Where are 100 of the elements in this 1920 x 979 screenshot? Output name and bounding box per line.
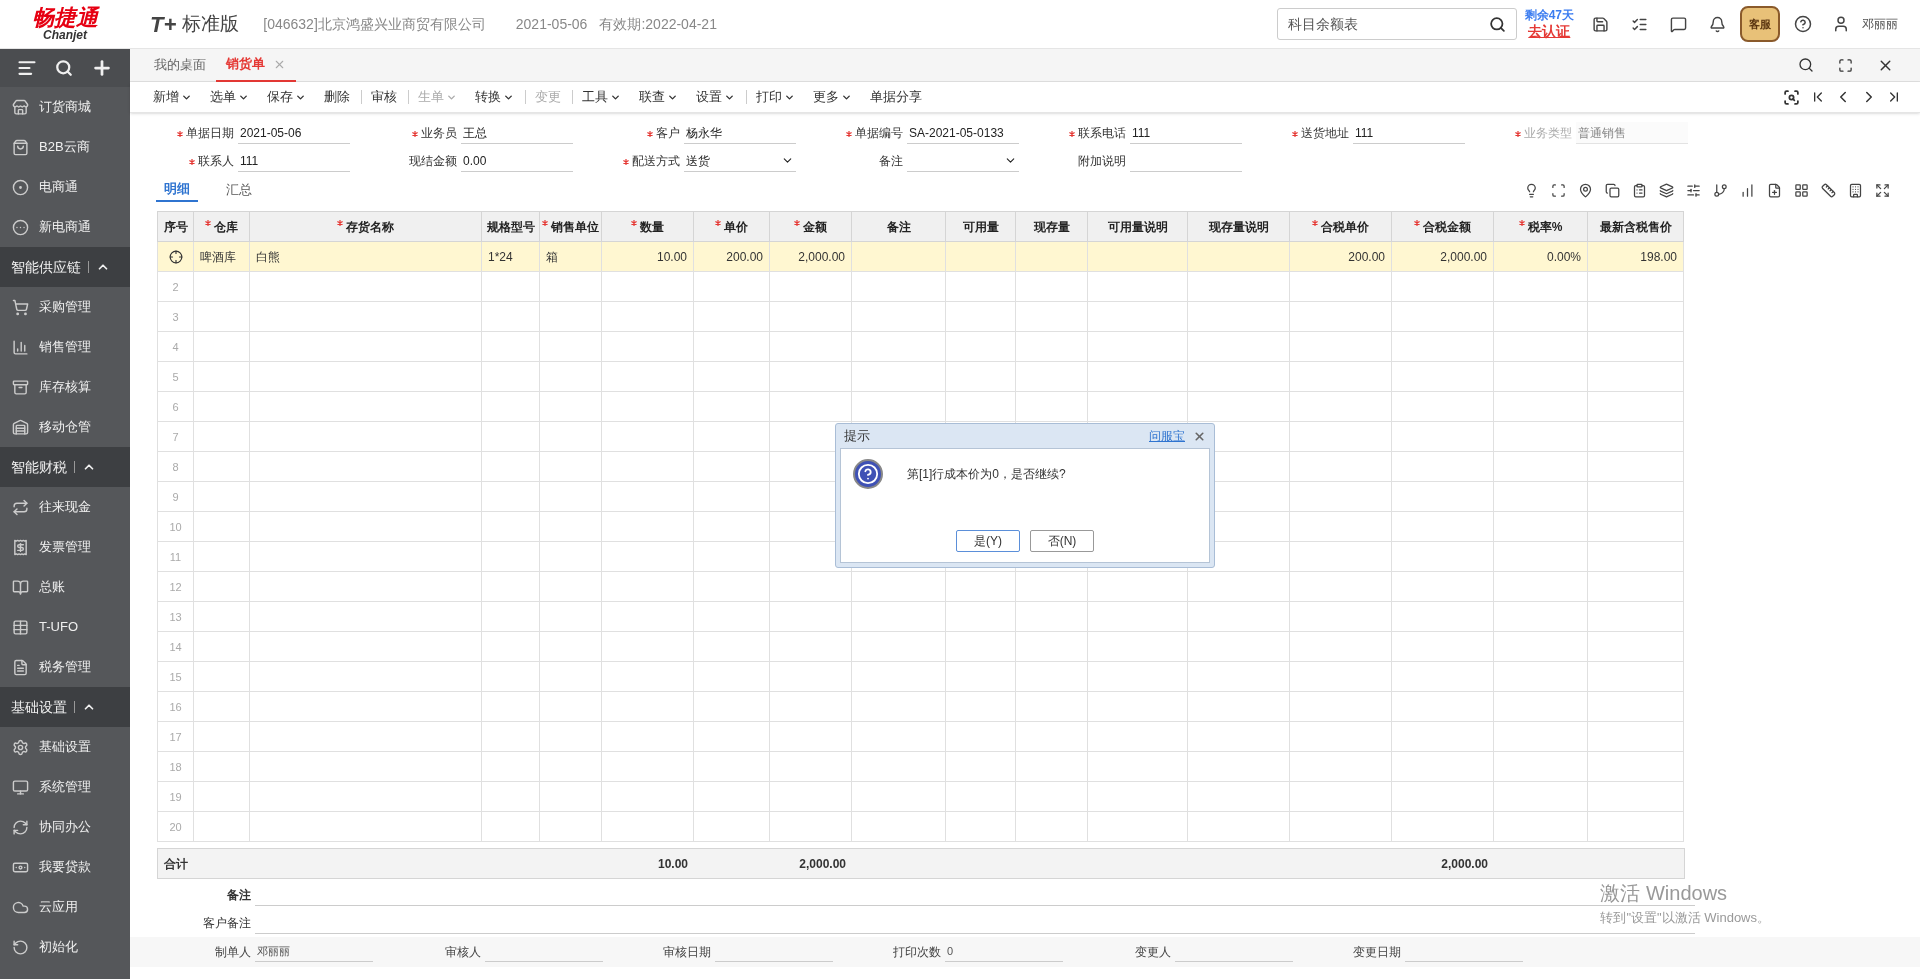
- sidebar-item[interactable]: T-UFO: [0, 607, 130, 647]
- sidebar-item[interactable]: 往来现金: [0, 487, 130, 527]
- column-header[interactable]: 可用量说明: [1087, 211, 1188, 242]
- column-header[interactable]: 规格型号: [481, 211, 540, 242]
- lightbulb-icon[interactable]: [1524, 182, 1539, 198]
- sidebar-item[interactable]: 采购管理: [0, 287, 130, 327]
- column-header[interactable]: 销售单位: [539, 211, 602, 242]
- column-header[interactable]: 税率%: [1493, 211, 1588, 242]
- menu-icon[interactable]: [17, 58, 37, 78]
- sidebar-item[interactable]: 协同办公: [0, 807, 130, 847]
- sidebar-item[interactable]: 基础设置: [0, 727, 130, 767]
- row-locator-icon[interactable]: [168, 250, 183, 265]
- message-icon[interactable]: [1670, 15, 1687, 33]
- sidebar-item[interactable]: 我要贷款: [0, 847, 130, 887]
- bell-icon[interactable]: [1709, 15, 1726, 33]
- sidebar-item[interactable]: 销售管理: [0, 327, 130, 367]
- search-icon[interactable]: [1798, 57, 1814, 73]
- column-header[interactable]: 备注: [851, 211, 946, 242]
- input-field[interactable]: 111: [238, 150, 350, 172]
- dialog-button[interactable]: 否(N): [1030, 530, 1094, 552]
- toolbar-button[interactable]: 单据分享: [861, 90, 931, 104]
- clipboard-icon[interactable]: [1632, 182, 1647, 198]
- toolbar-button[interactable]: 打印: [746, 90, 804, 104]
- sidebar-item[interactable]: 发票管理: [0, 527, 130, 567]
- sidebar-section-header[interactable]: 智能供应链: [0, 247, 130, 287]
- user-icon[interactable]: [1832, 15, 1850, 33]
- toolbar-button[interactable]: 新增: [144, 90, 201, 104]
- input-field[interactable]: 111: [1353, 122, 1465, 144]
- page-tab[interactable]: 我的桌面: [144, 48, 216, 82]
- detail-tab[interactable]: 明细: [156, 178, 198, 202]
- column-header[interactable]: 合税金额: [1391, 211, 1494, 242]
- sidebar-item[interactable]: 系统管理: [0, 767, 130, 807]
- input-field[interactable]: 杨永华: [684, 122, 796, 144]
- toolbar-button[interactable]: 更多: [804, 90, 861, 104]
- sidebar-section-header[interactable]: 基础设置: [0, 687, 130, 727]
- sidebar-item[interactable]: 电商通: [0, 167, 130, 207]
- chart-icon[interactable]: [1740, 182, 1755, 198]
- file-plus-icon[interactable]: [1767, 182, 1782, 198]
- help-icon[interactable]: [1794, 15, 1812, 33]
- sidebar-item[interactable]: 云应用: [0, 887, 130, 927]
- scan-icon[interactable]: [1551, 182, 1566, 198]
- sidebar-item[interactable]: 库存核算: [0, 367, 130, 407]
- input-field[interactable]: 111: [1130, 122, 1242, 144]
- column-header[interactable]: 最新含税售价: [1587, 211, 1684, 242]
- input-field[interactable]: 0: [945, 942, 1063, 962]
- select-field[interactable]: 送货: [684, 150, 796, 172]
- service-badge[interactable]: 客服: [1740, 6, 1780, 42]
- column-header[interactable]: 序号: [157, 211, 194, 242]
- dialog-button[interactable]: 是(Y): [956, 530, 1020, 552]
- sidebar-item[interactable]: 订货商城: [0, 87, 130, 127]
- detail-tab[interactable]: 汇总: [218, 178, 260, 202]
- toolbar-button[interactable]: 选单: [201, 90, 258, 104]
- pin-icon[interactable]: [1578, 182, 1593, 198]
- table-row[interactable]: 啤酒库 白熊 1*24 箱 10.00 200.00 2,000.00 200.00 2,000.00 0.00% 198.00: [157, 241, 1684, 272]
- copy-icon[interactable]: [1605, 182, 1620, 198]
- column-header[interactable]: 金额: [769, 211, 852, 242]
- preview-icon[interactable]: [1783, 88, 1800, 106]
- toolbar-button[interactable]: 删除: [315, 90, 359, 104]
- sidebar-item[interactable]: 移动仓管: [0, 407, 130, 447]
- branch-icon[interactable]: [1713, 182, 1728, 198]
- column-header[interactable]: 现存量说明: [1187, 211, 1290, 242]
- fullscreen-icon[interactable]: [1838, 57, 1853, 73]
- sidebar-item[interactable]: B2B云商: [0, 127, 130, 167]
- layers-icon[interactable]: [1659, 182, 1674, 198]
- input-field[interactable]: 0.00: [461, 150, 573, 172]
- input-field[interactable]: 王总: [461, 122, 573, 144]
- column-header[interactable]: 存货名称: [249, 211, 482, 242]
- toolbar-button[interactable]: 转换: [466, 90, 523, 104]
- column-header[interactable]: 数量: [601, 211, 694, 242]
- grid-icon[interactable]: [1794, 182, 1809, 198]
- expand-icon[interactable]: [1875, 182, 1890, 198]
- column-header[interactable]: 单价: [693, 211, 770, 242]
- search-icon[interactable]: [1488, 15, 1506, 33]
- ruler-icon[interactable]: [1821, 182, 1836, 198]
- toolbar-button[interactable]: 工具: [572, 90, 630, 104]
- column-header[interactable]: 可用量: [945, 211, 1016, 242]
- sidebar-item[interactable]: 税务管理: [0, 647, 130, 687]
- search-icon[interactable]: [55, 59, 73, 77]
- toolbar-button[interactable]: 保存: [258, 90, 315, 104]
- toolbar-button[interactable]: 设置: [687, 90, 744, 104]
- page-tab[interactable]: 销货单: [216, 48, 296, 82]
- certify-link[interactable]: 去认证: [1528, 22, 1571, 41]
- search-field[interactable]: 科目余额表: [1276, 8, 1517, 40]
- column-header[interactable]: 现存量: [1015, 211, 1088, 242]
- sidebar-item[interactable]: 新电商通: [0, 207, 130, 247]
- sliders-icon[interactable]: [1686, 182, 1701, 198]
- save-icon[interactable]: [1592, 15, 1609, 33]
- sidebar-item[interactable]: 初始化: [0, 927, 130, 967]
- toolbar-button[interactable]: 审核: [361, 90, 406, 104]
- toolbar-button[interactable]: 联查: [630, 90, 687, 104]
- building-icon[interactable]: [1848, 182, 1863, 198]
- input-field[interactable]: 2021-05-06: [238, 122, 350, 144]
- column-header[interactable]: 仓库: [193, 211, 250, 242]
- input-field[interactable]: SA-2021-05-0133: [907, 122, 1019, 144]
- sidebar-section-header[interactable]: 智能财税: [0, 447, 130, 487]
- sidebar-item[interactable]: 总账: [0, 567, 130, 607]
- input-field[interactable]: 邓丽丽: [255, 942, 373, 962]
- column-header[interactable]: 合税单价: [1289, 211, 1392, 242]
- user-name[interactable]: 邓丽丽: [1862, 15, 1898, 33]
- add-icon[interactable]: [91, 57, 113, 79]
